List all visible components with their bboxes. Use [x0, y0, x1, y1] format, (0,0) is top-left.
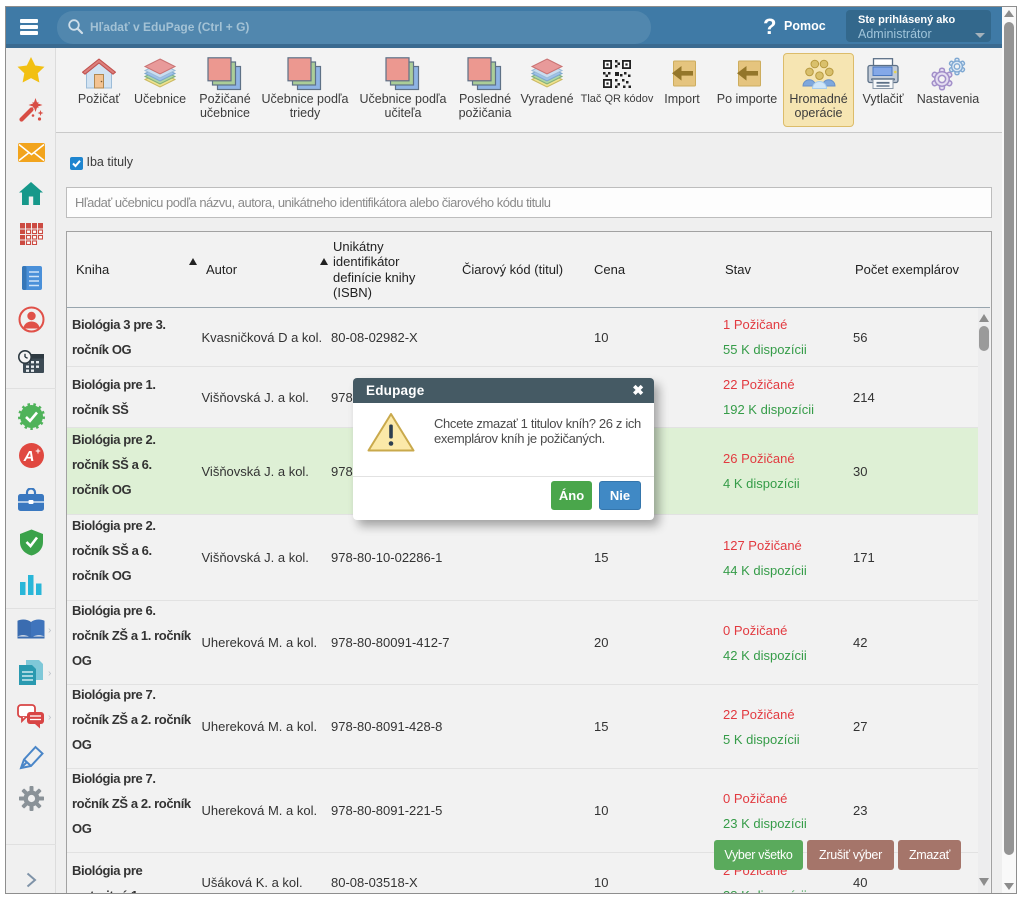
svg-text:A: A — [22, 448, 34, 465]
svg-text:+: + — [35, 446, 40, 456]
